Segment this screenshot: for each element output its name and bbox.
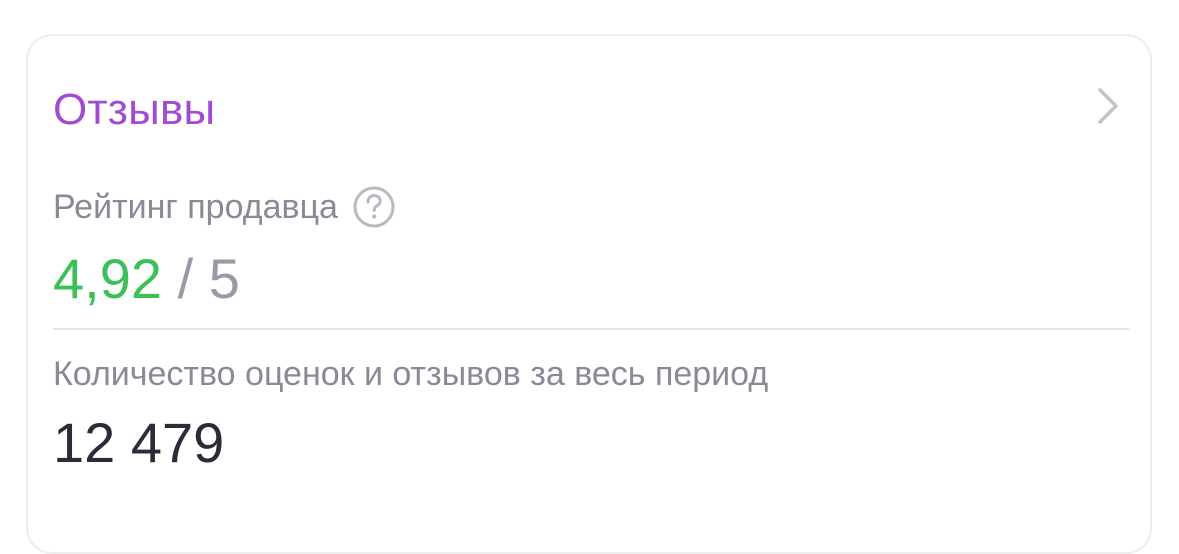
reviews-card: Отзывы Рейтинг продавца 4,92 / 5 Количес…: [26, 34, 1152, 554]
divider: [53, 328, 1129, 330]
rating-separator: /: [177, 247, 194, 310]
question-circle-icon[interactable]: [352, 185, 396, 229]
reviews-count-value: 12 479: [53, 411, 225, 474]
reviews-count-label: Количество оценок и отзывов за весь пери…: [53, 355, 769, 393]
reviews-title: Отзывы: [53, 85, 216, 134]
chevron-right-icon[interactable]: [1090, 86, 1126, 126]
rating-max: 5: [208, 247, 240, 310]
rating-score: 4,92: [53, 247, 162, 310]
reviews-header[interactable]: Отзывы: [28, 36, 1150, 176]
seller-rating-value: 4,92 / 5: [53, 248, 240, 310]
seller-rating-label-row: Рейтинг продавца: [53, 186, 396, 228]
seller-rating-label: Рейтинг продавца: [53, 188, 338, 226]
